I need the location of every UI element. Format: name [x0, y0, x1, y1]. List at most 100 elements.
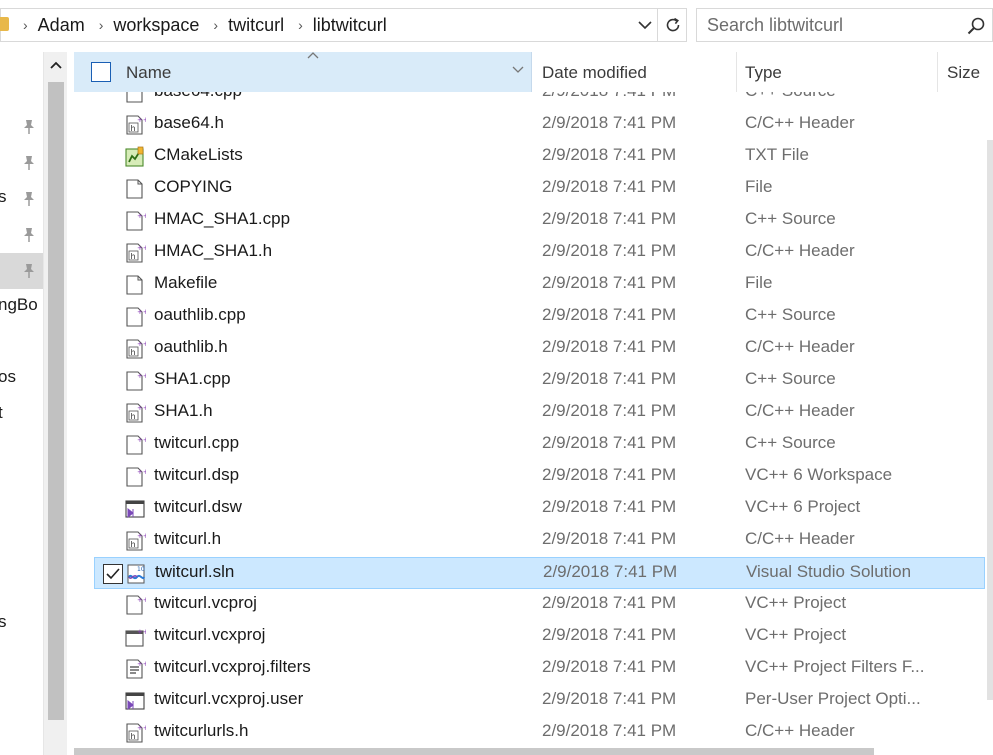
breadcrumb-separator-icon[interactable]: ›	[213, 17, 218, 33]
column-divider[interactable]	[937, 52, 938, 92]
file-row[interactable]: ++ h twitcurl.h 2/9/2018 7:41 PM C/C++ Heade…	[94, 525, 985, 557]
breadcrumb-item[interactable]: workspace	[113, 15, 199, 36]
row-checkbox[interactable]	[103, 564, 123, 584]
file-row[interactable]: twitcurl.dsw 2/9/2018 7:41 PM VC++ 6 Proje…	[94, 493, 985, 525]
file-row[interactable]: twitcurl.vcxproj.user 2/9/2018 7:41 PM Per…	[94, 685, 985, 717]
column-label-name: Name	[126, 63, 172, 82]
nav-item-label: os	[0, 367, 16, 386]
breadcrumb-separator-icon[interactable]: ›	[23, 17, 28, 33]
file-row[interactable]: ++ HMAC_SHA1.cpp 2/9/2018 7:41 PM C++ Sourc…	[94, 205, 985, 237]
column-header-size[interactable]: Size	[947, 63, 980, 83]
sort-ascending-icon	[307, 52, 319, 59]
file-name: twitcurl.cpp	[154, 433, 240, 452]
blank-file-icon	[124, 178, 146, 200]
file-type: C++ Source	[745, 92, 836, 101]
file-row[interactable]: ++ oauthlib.cpp 2/9/2018 7:41 PM C++ Source	[94, 301, 985, 333]
file-row[interactable]: 10 twitcurl.sln 2/9/2018 7:41 PM Visual Stu…	[94, 557, 985, 589]
search-input[interactable]: Search libtwitcurl	[696, 8, 993, 42]
chevron-down-icon	[638, 20, 652, 29]
svg-text:++: ++	[137, 596, 146, 604]
address-bar[interactable]: › Adam › workspace › twitcurl › libtwitcurl	[0, 8, 687, 42]
nav-item[interactable]: ngBo	[0, 289, 43, 325]
nav-item[interactable]: t	[0, 397, 43, 433]
nav-item[interactable]: s	[0, 181, 43, 217]
nav-item[interactable]	[0, 325, 43, 361]
svg-text:++: ++	[137, 468, 146, 476]
scroll-thumb[interactable]	[48, 82, 64, 720]
file-row[interactable]: ++ h SHA1.h 2/9/2018 7:41 PM C/C++ Header	[94, 397, 985, 429]
file-name: twitcurl.vcxproj.filters	[154, 657, 311, 676]
file-row[interactable]: ++ base64.cpp 2/9/2018 7:41 PM C++ Source	[94, 92, 985, 109]
svg-text:++: ++	[137, 372, 146, 380]
breadcrumb-item[interactable]: Adam	[38, 15, 85, 36]
file-date-modified: 2/9/2018 7:41 PM	[542, 497, 677, 516]
column-filter-chevron-icon[interactable]	[512, 66, 524, 74]
cpp-source-icon: ++	[124, 466, 149, 488]
file-name: CMakeLists	[154, 145, 243, 164]
file-name: twitcurlurls.h	[154, 721, 249, 740]
visual-studio-solution-icon: 10	[125, 563, 147, 585]
pin-icon[interactable]	[22, 119, 36, 140]
file-list: ++base64.cpp2/9/2018 7:41 PMC++ Source++…	[74, 92, 993, 755]
navigation-scrollbar[interactable]	[43, 52, 67, 755]
file-row[interactable]: ++ h oauthlib.h 2/9/2018 7:41 PM C/C++ Heade…	[94, 333, 985, 365]
column-header-date[interactable]: Date modified	[542, 63, 647, 83]
cpp-source-icon: ++	[124, 434, 149, 456]
visual-studio-project-icon	[124, 690, 146, 712]
column-divider[interactable]	[736, 52, 737, 92]
nav-item[interactable]	[0, 253, 43, 289]
file-type: File	[745, 273, 773, 292]
header-file-icon: ++ h	[124, 402, 149, 424]
refresh-button[interactable]	[657, 9, 687, 41]
file-row[interactable]: ++ h base64.h 2/9/2018 7:41 PM C/C++ Header	[94, 109, 985, 141]
nav-item[interactable]: os	[0, 361, 43, 397]
nav-item[interactable]	[0, 217, 43, 253]
file-row[interactable]: ++ h HMAC_SHA1.h 2/9/2018 7:41 PM C/C++ Head…	[94, 237, 985, 269]
file-row[interactable]: COPYING 2/9/2018 7:41 PM File	[94, 173, 985, 205]
select-all-checkbox[interactable]	[91, 62, 111, 82]
file-row[interactable]: ++ SHA1.cpp 2/9/2018 7:41 PM C++ Source	[94, 365, 985, 397]
breadcrumb-item[interactable]: twitcurl	[228, 15, 284, 36]
file-type: TXT File	[745, 145, 809, 164]
file-name: SHA1.cpp	[154, 369, 231, 388]
file-date-modified: 2/9/2018 7:41 PM	[542, 177, 677, 196]
horizontal-scrollbar[interactable]	[74, 748, 874, 755]
nav-item[interactable]	[0, 109, 43, 145]
nav-item-label: s	[0, 187, 7, 206]
svg-text:10: 10	[137, 566, 145, 573]
file-date-modified: 2/9/2018 7:41 PM	[542, 145, 677, 164]
header-file-icon: ++ h	[124, 722, 149, 744]
breadcrumb-separator-icon[interactable]: ›	[298, 17, 303, 33]
address-history-dropdown[interactable]	[631, 9, 659, 41]
file-type: C/C++ Header	[745, 241, 855, 260]
file-row[interactable]: ++ twitcurl.dsp 2/9/2018 7:41 PM VC++ 6 Wor…	[94, 461, 985, 493]
file-row[interactable]: CMakeLists 2/9/2018 7:41 PM TXT File	[94, 141, 985, 173]
column-header-name[interactable]: Name	[74, 52, 532, 92]
search-icon	[967, 17, 985, 35]
breadcrumb-separator-icon[interactable]: ›	[99, 17, 104, 33]
nav-item[interactable]	[0, 145, 43, 181]
file-row[interactable]: ++ twitcurl.vcxproj.filters 2/9/2018 7:41 …	[94, 653, 985, 685]
file-row[interactable]: ++ twitcurl.vcxproj 2/9/2018 7:41 PM VC++ P…	[94, 621, 985, 653]
pin-icon[interactable]	[22, 155, 36, 176]
cpp-source-icon: ++	[124, 594, 149, 616]
pin-icon[interactable]	[22, 191, 36, 212]
file-row[interactable]: ++ h twitcurlurls.h 2/9/2018 7:41 PM C/C++ H…	[94, 717, 985, 749]
svg-text:++: ++	[137, 436, 146, 444]
file-name: HMAC_SHA1.h	[154, 241, 273, 260]
pin-icon[interactable]	[22, 227, 36, 248]
file-row[interactable]: ++ twitcurl.vcproj 2/9/2018 7:41 PM VC++ Pr…	[94, 589, 985, 621]
pin-icon[interactable]	[22, 263, 36, 284]
visual-studio-project-icon	[124, 498, 146, 520]
file-row[interactable]: Makefile 2/9/2018 7:41 PM File	[94, 269, 985, 301]
file-list-scrollbar[interactable]	[987, 140, 993, 700]
scroll-up-button[interactable]	[44, 52, 68, 78]
file-name: oauthlib.h	[154, 337, 228, 356]
file-type: VC++ Project	[745, 625, 847, 644]
file-date-modified: 2/9/2018 7:41 PM	[542, 625, 677, 644]
file-date-modified: 2/9/2018 7:41 PM	[542, 337, 677, 356]
column-header-type[interactable]: Type	[745, 63, 782, 83]
breadcrumb-item[interactable]: libtwitcurl	[313, 15, 387, 36]
file-row[interactable]: ++ twitcurl.cpp 2/9/2018 7:41 PM C++ Source	[94, 429, 985, 461]
file-type: VC++ Project	[745, 593, 847, 612]
